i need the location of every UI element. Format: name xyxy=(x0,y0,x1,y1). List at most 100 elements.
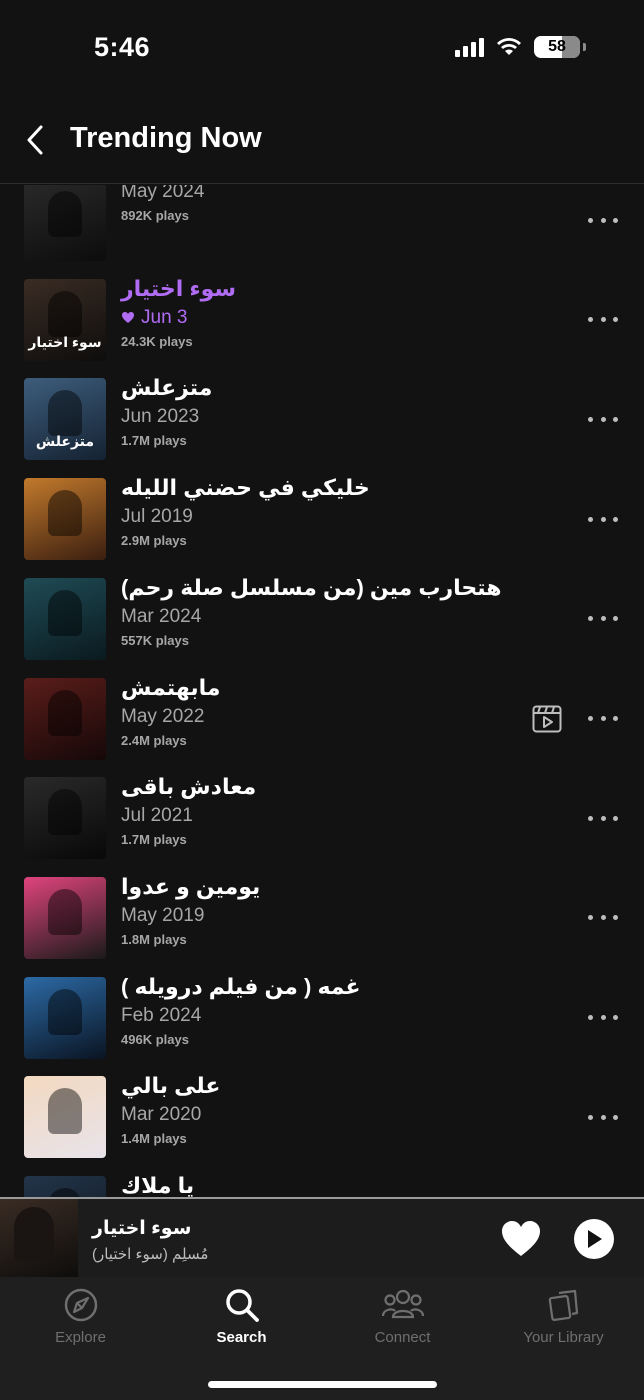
track-row[interactable]: مابهتمش May 2022 2.4M plays xyxy=(0,669,644,769)
artwork-figure xyxy=(48,988,82,1035)
mini-player-artist: مُسلِم (سوء اختيار) xyxy=(92,1246,209,1263)
track-title: يومين و عدوا xyxy=(121,873,261,899)
track-artwork xyxy=(24,777,106,860)
more-dot xyxy=(613,416,618,422)
track-date: May 2022 xyxy=(121,705,521,729)
more-options-button[interactable] xyxy=(588,1112,618,1122)
track-title: غمه ( من فيلم درويله ) xyxy=(121,973,361,999)
track-list[interactable]: May 2024 892K plays سوء اختيار سوء اختيار Ju… xyxy=(0,185,644,1197)
artwork-figure xyxy=(48,589,82,636)
track-row[interactable]: متزعلش متزعلش Jun 2023 1.7M plays xyxy=(0,369,644,469)
battery-level: 58 xyxy=(548,38,566,55)
track-plays: 2.9M plays xyxy=(121,533,187,549)
play-button[interactable] xyxy=(574,1219,614,1259)
tab-connect[interactable]: Connect xyxy=(322,1287,483,1346)
mini-player-artwork xyxy=(0,1199,78,1277)
more-dot xyxy=(613,317,618,323)
tab-explore[interactable]: Explore xyxy=(0,1287,161,1346)
track-title: مابهتمش xyxy=(121,674,221,700)
tab-label: Connect xyxy=(374,1329,431,1346)
library-icon xyxy=(548,1289,578,1321)
track-plays: 557K plays xyxy=(121,632,189,648)
track-artwork xyxy=(24,185,106,261)
more-dot xyxy=(588,716,593,721)
more-dot xyxy=(613,516,618,522)
more-dot xyxy=(600,815,606,821)
chevron-left-icon xyxy=(27,125,43,155)
mini-player[interactable]: سوء اختيار مُسلِم (سوء اختيار) xyxy=(0,1197,644,1277)
artwork-figure xyxy=(48,888,82,935)
track-date-text: Jul 2019 xyxy=(121,506,193,528)
track-row[interactable]: هتحارب مين (من مسلسل صلة رحم) Mar 2024 557… xyxy=(0,569,644,669)
track-date: Jul 2019 xyxy=(121,505,521,529)
more-options-button[interactable] xyxy=(588,714,618,724)
more-options-button[interactable] xyxy=(588,514,618,524)
track-row[interactable]: يومين و عدوا May 2019 1.8M plays xyxy=(0,868,644,968)
track-artwork xyxy=(24,577,106,660)
track-artwork xyxy=(24,677,106,760)
track-plays: 1.8M plays xyxy=(121,931,187,947)
track-plays: 24.3K plays xyxy=(121,333,193,349)
tab-your-library[interactable]: Your Library xyxy=(483,1287,644,1346)
more-options-button[interactable] xyxy=(588,614,618,624)
more-options-button[interactable] xyxy=(588,1013,618,1023)
more-dot xyxy=(588,1015,593,1021)
more-dot xyxy=(588,616,593,622)
artwork-figure xyxy=(48,490,82,537)
track-info: يا ملاك xyxy=(121,1173,521,1197)
track-row[interactable]: غمه ( من فيلم درويله ) Feb 2024 496K plays xyxy=(0,968,644,1068)
video-clip-icon[interactable] xyxy=(532,705,562,733)
track-plays: 1.7M plays xyxy=(121,832,187,848)
header: Trending Now xyxy=(0,100,644,184)
more-options-button[interactable] xyxy=(588,913,618,923)
track-row[interactable]: May 2024 892K plays xyxy=(0,185,644,270)
track-artwork: سوء اختيار xyxy=(24,278,106,361)
more-dot xyxy=(588,1114,593,1120)
track-artwork xyxy=(24,876,106,959)
more-dot xyxy=(588,217,593,223)
tab-label: Search xyxy=(216,1329,267,1346)
more-options-button[interactable] xyxy=(588,813,618,823)
tab-label: Explore xyxy=(55,1329,106,1346)
track-row[interactable]: سوء اختيار سوء اختيار Jun 3 24.3K plays xyxy=(0,270,644,370)
more-dot xyxy=(600,616,606,622)
track-title: سوء اختيار xyxy=(121,275,237,301)
tab-label: Your Library xyxy=(523,1329,604,1346)
track-row[interactable]: يا ملاك xyxy=(0,1167,644,1197)
more-dot xyxy=(600,416,606,422)
track-info: خليكي في حضني الليله Jul 2019 2.9M plays xyxy=(121,475,521,551)
people-icon xyxy=(381,1289,424,1319)
track-plays: 892K plays xyxy=(121,208,189,223)
more-options-button[interactable] xyxy=(588,414,618,424)
artwork-figure xyxy=(48,191,82,237)
track-row[interactable]: على بالي Mar 2020 1.4M plays xyxy=(0,1067,644,1167)
artwork-figure xyxy=(48,1188,82,1197)
tab-search[interactable]: Search xyxy=(161,1287,322,1346)
more-dot xyxy=(588,516,593,522)
more-dot xyxy=(588,416,593,422)
artwork-figure xyxy=(48,290,82,337)
more-dot xyxy=(613,815,618,821)
more-dot xyxy=(600,716,606,721)
status-icons: 58 xyxy=(455,36,586,58)
status-bar: 5:46 58 xyxy=(0,0,644,96)
cellular-signal-icon xyxy=(455,37,484,57)
artwork-figure xyxy=(48,789,82,836)
track-info: يومين و عدوا May 2019 1.8M plays xyxy=(121,874,521,950)
track-date-text: Mar 2020 xyxy=(121,1104,202,1126)
liked-heart-icon xyxy=(122,312,134,324)
track-title: هتحارب مين (من مسلسل صلة رحم) xyxy=(121,574,502,600)
track-row[interactable]: خليكي في حضني الليله Jul 2019 2.9M plays xyxy=(0,469,644,569)
search-icon xyxy=(225,1289,259,1322)
track-row[interactable]: معادش باقى Jul 2021 1.7M plays xyxy=(0,768,644,868)
more-dot xyxy=(588,317,593,323)
home-indicator xyxy=(208,1381,437,1388)
more-options-button[interactable] xyxy=(588,215,618,225)
artwork-figure xyxy=(48,1088,82,1135)
more-options-button[interactable] xyxy=(588,315,618,325)
back-button[interactable] xyxy=(18,120,52,160)
heart-icon[interactable] xyxy=(500,1219,542,1259)
more-dot xyxy=(588,915,593,921)
track-plays: 2.4M plays xyxy=(121,732,187,748)
compass-icon xyxy=(64,1288,97,1322)
